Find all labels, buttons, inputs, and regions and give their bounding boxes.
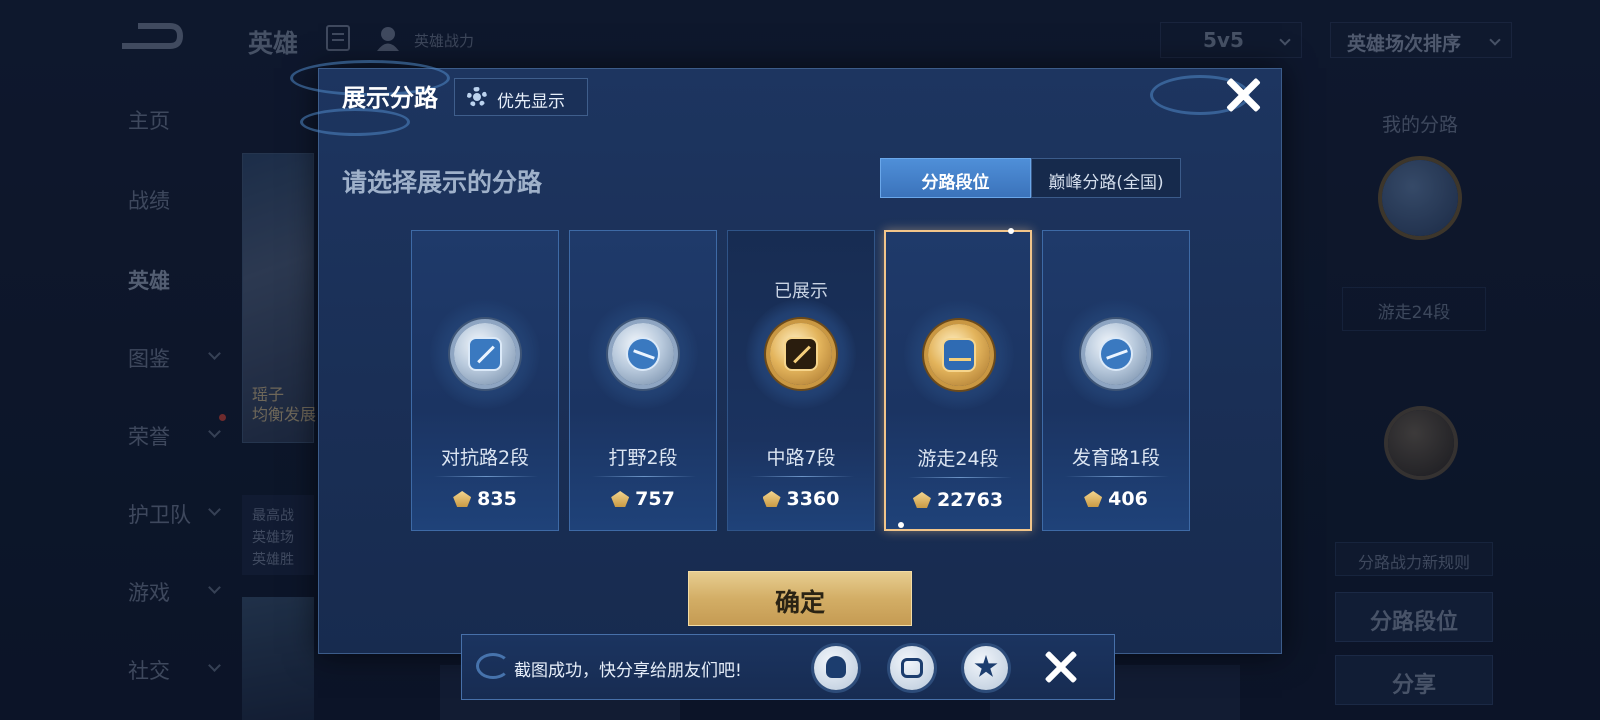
lane-points-value: 835 <box>477 488 517 510</box>
gear-icon <box>467 87 487 107</box>
lane-points: 3360 <box>728 488 874 510</box>
lane-points-value: 757 <box>635 488 675 510</box>
lane-name: 游走24段 <box>917 448 999 470</box>
lane-card-mid[interactable]: 已展示 中路7段 3360 <box>727 230 875 531</box>
divider <box>750 476 854 477</box>
dialog-subtitle: 请选择展示的分路 <box>342 168 543 197</box>
power-points-icon <box>1084 491 1103 507</box>
swirl-decoration <box>476 653 510 679</box>
divider <box>1065 476 1169 477</box>
divider <box>908 477 1012 478</box>
lane-name: 中路7段 <box>766 447 836 469</box>
wings-icon <box>928 324 990 386</box>
badge-emblem <box>784 337 818 371</box>
close-icon[interactable] <box>1040 646 1082 688</box>
badge-emblem <box>626 337 660 371</box>
lane-points: 835 <box>412 488 558 510</box>
lane-name: 打野2段 <box>608 447 678 469</box>
badge-emblem <box>468 337 502 371</box>
qzone-icon[interactable] <box>964 646 1008 690</box>
power-points-icon <box>611 491 630 507</box>
lane-card-top[interactable]: 对抗路2段 835 <box>411 230 559 531</box>
confirm-button[interactable]: 确定 <box>688 571 912 626</box>
selection-corner-dot <box>898 522 904 528</box>
toast-message: 截图成功，快分享给朋友们吧! <box>514 661 742 681</box>
tab-lane-rank[interactable]: 分路段位 <box>880 158 1031 198</box>
power-points-icon <box>762 491 781 507</box>
close-icon[interactable] <box>1220 72 1266 118</box>
lane-points-value: 406 <box>1108 488 1148 510</box>
lane-name: 发育路1段 <box>1071 447 1161 469</box>
lane-name: 对抗路2段 <box>440 447 530 469</box>
lane-points-value: 3360 <box>786 488 840 510</box>
lane-points: 22763 <box>886 489 1030 511</box>
screenshot-toast: 截图成功，快分享给朋友们吧! <box>461 634 1115 700</box>
power-points-icon <box>912 492 931 508</box>
qq-icon[interactable] <box>814 646 858 690</box>
lane-points: 406 <box>1043 488 1189 510</box>
claw-icon <box>612 323 674 385</box>
lane-card-roam[interactable]: 游走24段 22763 <box>884 228 1032 531</box>
divider <box>434 476 538 477</box>
tab-peak-lane[interactable]: 巅峰分路(全国) <box>1031 158 1181 198</box>
badge-emblem <box>942 338 976 372</box>
marksman-icon <box>1085 323 1147 385</box>
badge-emblem <box>1099 337 1133 371</box>
mid-lane-icon <box>770 323 832 385</box>
power-points-icon <box>453 491 472 507</box>
lane-card-jungle[interactable]: 打野2段 757 <box>569 230 717 531</box>
lane-points: 757 <box>570 488 716 510</box>
priority-display-label: 优先显示 <box>497 92 565 112</box>
dialog-title: 展示分路 <box>342 84 438 112</box>
divider <box>592 476 696 477</box>
sword-shield-icon <box>454 323 516 385</box>
priority-display-button[interactable]: 优先显示 <box>454 78 588 116</box>
wechat-moments-icon[interactable] <box>890 646 934 690</box>
selection-corner-dot <box>1008 228 1014 234</box>
lane-card-farm[interactable]: 发育路1段 406 <box>1042 230 1190 531</box>
lane-points-value: 22763 <box>936 489 1004 511</box>
